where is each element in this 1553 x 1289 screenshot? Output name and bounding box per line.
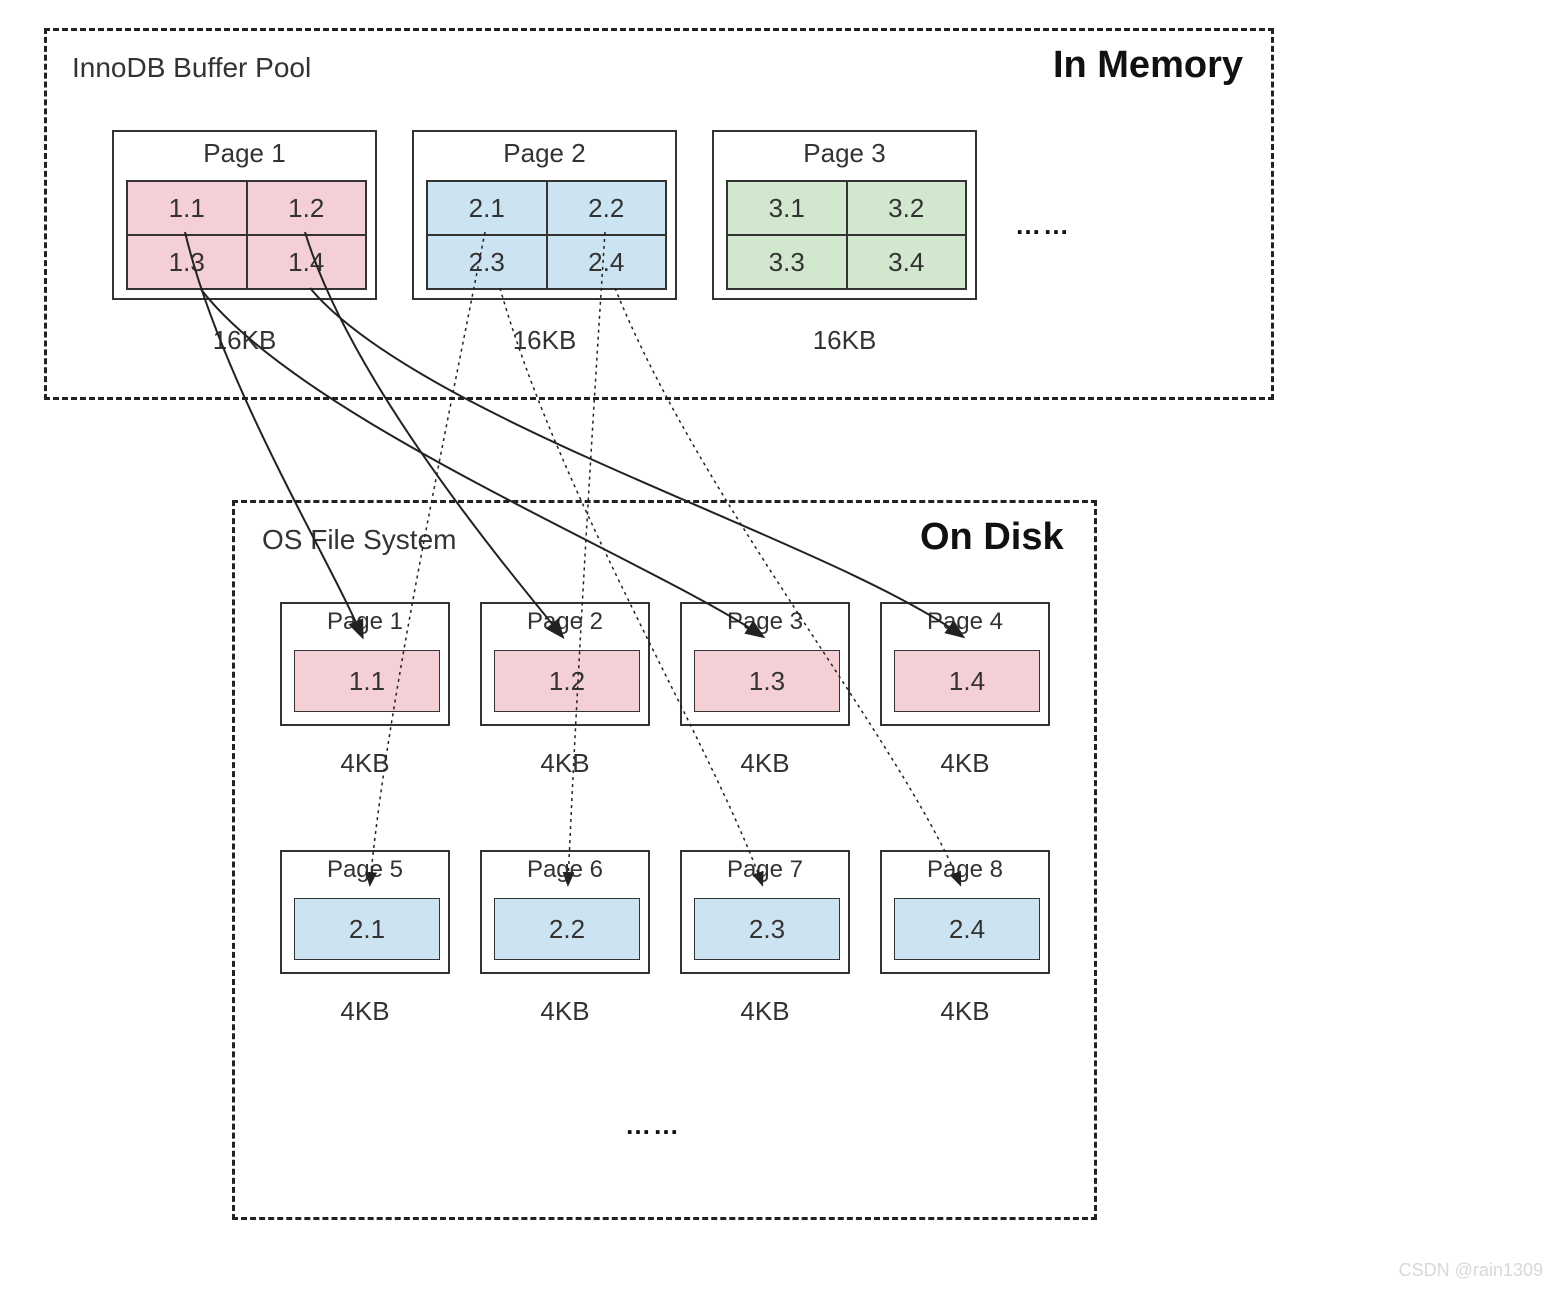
disk-page-8: Page 8 2.4 [880, 850, 1050, 974]
disk-page-1-size: 4KB [280, 748, 450, 779]
disk-cell-8: 2.4 [894, 898, 1040, 960]
disk-page-2: Page 2 1.2 [480, 602, 650, 726]
memory-page-1-title: Page 1 [114, 138, 375, 169]
disk-page-8-title: Page 8 [882, 856, 1048, 884]
disk-cell-5: 2.1 [294, 898, 440, 960]
memory-page-3-grid: 3.1 3.2 3.3 3.4 [726, 180, 967, 290]
watermark: CSDN @rain1309 [1399, 1260, 1543, 1281]
memory-ellipsis: …… [1015, 210, 1071, 241]
disk-page-4-title: Page 4 [882, 608, 1048, 636]
disk-page-5-size: 4KB [280, 996, 450, 1027]
disk-cell-1: 1.1 [294, 650, 440, 712]
disk-page-7: Page 7 2.3 [680, 850, 850, 974]
disk-page-2-title: Page 2 [482, 608, 648, 636]
disk-page-7-title: Page 7 [682, 856, 848, 884]
disk-page-1-title: Page 1 [282, 608, 448, 636]
memory-page-2: Page 2 2.1 2.2 2.3 2.4 [412, 130, 677, 300]
memory-page-3-size: 16KB [712, 325, 977, 356]
memory-cell-1-4: 1.4 [247, 235, 367, 289]
memory-label-left: InnoDB Buffer Pool [72, 52, 311, 84]
disk-cell-4: 1.4 [894, 650, 1040, 712]
disk-page-6: Page 6 2.2 [480, 850, 650, 974]
disk-page-5-title: Page 5 [282, 856, 448, 884]
disk-page-2-size: 4KB [480, 748, 650, 779]
memory-page-1-size: 16KB [112, 325, 377, 356]
memory-cell-1-2: 1.2 [247, 181, 367, 235]
memory-page-2-title: Page 2 [414, 138, 675, 169]
memory-page-3-title: Page 3 [714, 138, 975, 169]
memory-cell-1-1: 1.1 [127, 181, 247, 235]
disk-page-5: Page 5 2.1 [280, 850, 450, 974]
disk-page-6-size: 4KB [480, 996, 650, 1027]
disk-page-4: Page 4 1.4 [880, 602, 1050, 726]
disk-page-4-size: 4KB [880, 748, 1050, 779]
memory-page-1: Page 1 1.1 1.2 1.3 1.4 [112, 130, 377, 300]
memory-page-3: Page 3 3.1 3.2 3.3 3.4 [712, 130, 977, 300]
memory-label-right: In Memory [1053, 44, 1243, 87]
memory-cell-3-1: 3.1 [727, 181, 847, 235]
disk-page-1: Page 1 1.1 [280, 602, 450, 726]
memory-cell-3-4: 3.4 [847, 235, 967, 289]
memory-page-2-grid: 2.1 2.2 2.3 2.4 [426, 180, 667, 290]
disk-cell-2: 1.2 [494, 650, 640, 712]
memory-cell-2-3: 2.3 [427, 235, 547, 289]
memory-page-1-grid: 1.1 1.2 1.3 1.4 [126, 180, 367, 290]
memory-cell-3-3: 3.3 [727, 235, 847, 289]
disk-cell-6: 2.2 [494, 898, 640, 960]
disk-label-right: On Disk [920, 516, 1064, 559]
memory-cell-2-1: 2.1 [427, 181, 547, 235]
disk-page-8-size: 4KB [880, 996, 1050, 1027]
disk-label-left: OS File System [262, 524, 456, 556]
memory-cell-3-2: 3.2 [847, 181, 967, 235]
disk-page-3-title: Page 3 [682, 608, 848, 636]
disk-cell-3: 1.3 [694, 650, 840, 712]
disk-page-3: Page 3 1.3 [680, 602, 850, 726]
disk-cell-7: 2.3 [694, 898, 840, 960]
memory-page-2-size: 16KB [412, 325, 677, 356]
disk-page-3-size: 4KB [680, 748, 850, 779]
disk-page-7-size: 4KB [680, 996, 850, 1027]
memory-cell-2-2: 2.2 [547, 181, 667, 235]
disk-ellipsis: …… [625, 1110, 681, 1141]
memory-cell-1-3: 1.3 [127, 235, 247, 289]
memory-cell-2-4: 2.4 [547, 235, 667, 289]
disk-page-6-title: Page 6 [482, 856, 648, 884]
